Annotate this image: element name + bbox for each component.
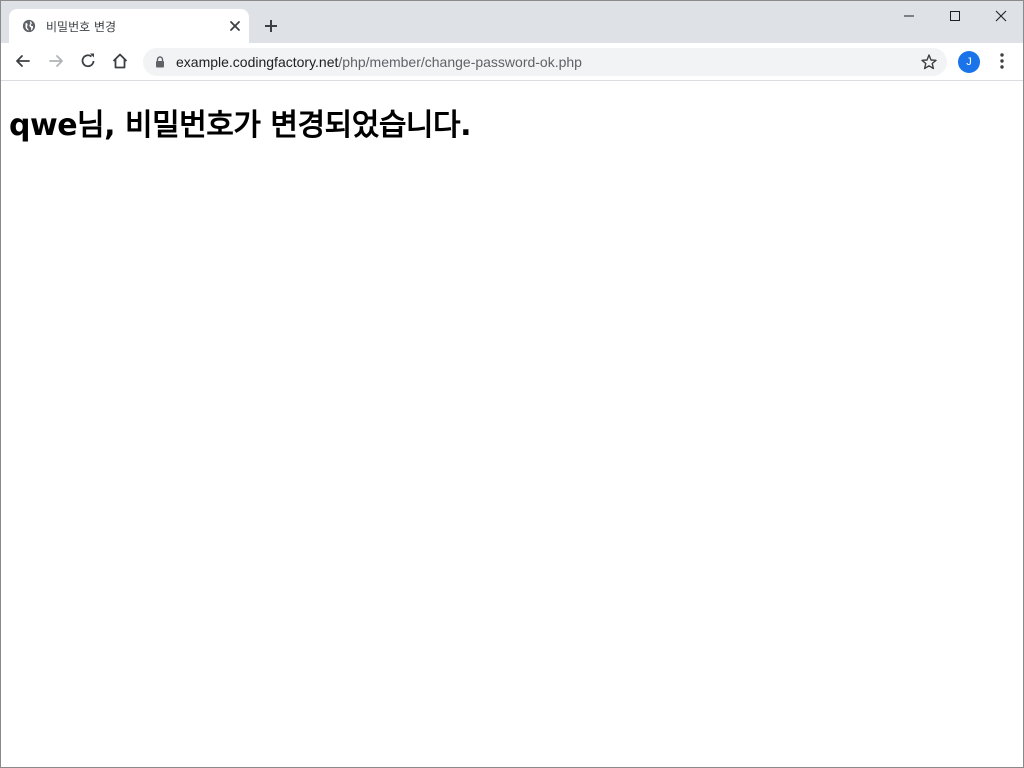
minimize-button[interactable] [886, 1, 932, 31]
star-icon[interactable] [920, 53, 938, 71]
globe-icon [22, 19, 36, 33]
close-window-button[interactable] [978, 1, 1023, 31]
browser-toolbar: example.codingfactory.net/php/member/cha… [1, 43, 1023, 81]
lock-icon[interactable] [155, 56, 165, 68]
url-host: example.codingfactory.net [176, 54, 339, 70]
more-menu-icon[interactable] [993, 51, 1011, 71]
url-text[interactable]: example.codingfactory.net/php/member/cha… [176, 54, 582, 70]
maximize-icon [950, 11, 960, 21]
close-icon [995, 10, 1007, 22]
maximize-button[interactable] [932, 1, 978, 31]
tab-strip: 비밀번호 변경 [1, 1, 1023, 43]
forward-arrow-icon[interactable] [46, 51, 66, 71]
tab-title: 비밀번호 변경 [46, 20, 117, 34]
back-arrow-icon[interactable] [13, 51, 33, 71]
close-tab-icon[interactable] [227, 18, 243, 34]
address-bar[interactable]: example.codingfactory.net/php/member/cha… [143, 48, 947, 76]
tab-active[interactable]: 비밀번호 변경 [9, 9, 249, 43]
reload-icon[interactable] [78, 51, 98, 71]
plus-icon[interactable] [262, 17, 280, 35]
url-path: /php/member/change-password-ok.php [338, 54, 582, 70]
home-icon[interactable] [110, 51, 130, 71]
minimize-icon [904, 15, 914, 17]
profile-avatar[interactable]: J [958, 51, 980, 73]
page-content: qwe님, 비밀번호가 변경되었습니다. [1, 81, 1023, 767]
browser-window: 비밀번호 변경 example.codingfactory.net/php/me… [0, 0, 1024, 768]
page-heading: qwe님, 비밀번호가 변경되었습니다. [9, 108, 472, 143]
